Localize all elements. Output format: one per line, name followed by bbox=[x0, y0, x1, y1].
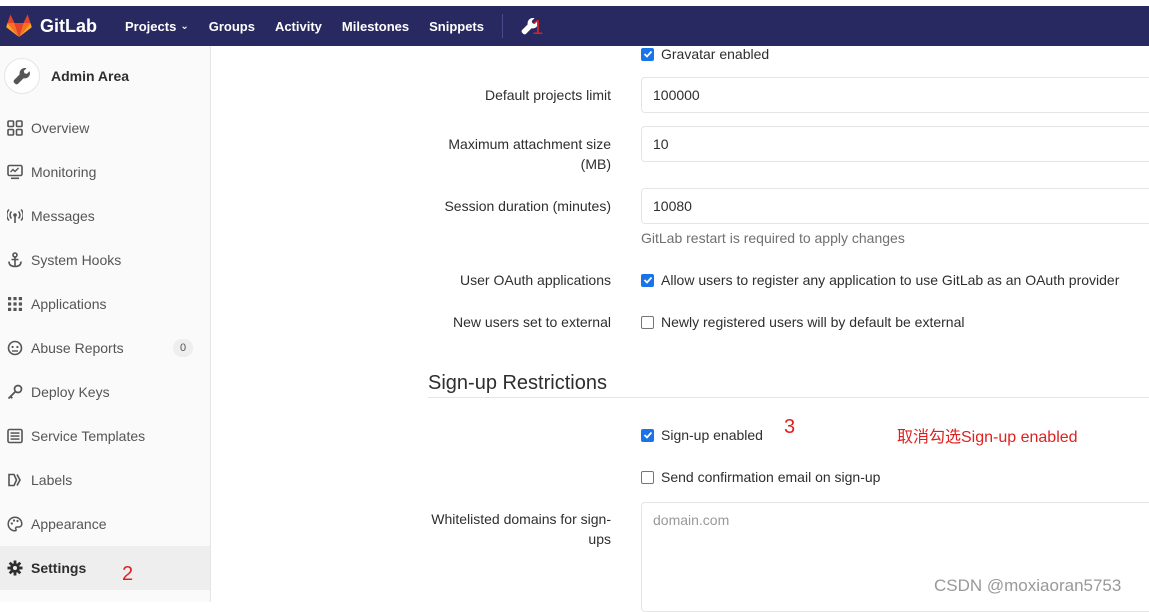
annotation-step-2: 2 bbox=[122, 563, 134, 585]
nav-activity-label: Activity bbox=[274, 18, 322, 34]
sidebar-item-label: Abuse Reports bbox=[31, 340, 124, 356]
external-checkbox-label: Newly registered users will by default b… bbox=[661, 314, 965, 330]
sidebar-item-label: Service Templates bbox=[31, 428, 146, 444]
whitelist-label-line1: Whitelisted domains for sign- bbox=[431, 511, 611, 527]
sidebar-item-label: Messages bbox=[31, 208, 95, 224]
nav-divider bbox=[502, 14, 503, 38]
gravatar-label: Gravatar enabled bbox=[661, 46, 770, 62]
sidebar-item-abuse-reports[interactable]: Abuse Reports 0 bbox=[0, 332, 210, 364]
annotation-note: 取消勾选Sign-up enabled bbox=[897, 429, 1078, 446]
whitelist-label-line2: ups bbox=[588, 531, 611, 547]
oauth-checkbox-row[interactable]: Allow users to register any application … bbox=[641, 272, 1119, 288]
brand-name: GitLab bbox=[40, 15, 97, 36]
palette-icon bbox=[6, 515, 24, 533]
projects-limit-input[interactable] bbox=[641, 77, 1149, 113]
chevron-down-icon: ⌄ bbox=[180, 20, 189, 32]
sidebar-item-deploy-keys[interactable]: Deploy Keys bbox=[0, 376, 210, 408]
gitlab-logo[interactable]: GitLab bbox=[6, 14, 97, 38]
nav-groups-label: Groups bbox=[208, 18, 255, 34]
nav-projects-label: Projects bbox=[125, 18, 177, 34]
sidebar-item-monitoring[interactable]: Monitoring bbox=[0, 156, 210, 188]
sidebar-item-settings[interactable]: Settings bbox=[0, 546, 210, 590]
oauth-label: User OAuth applications bbox=[460, 272, 611, 288]
sidebar-item-appearance[interactable]: Appearance bbox=[0, 508, 210, 540]
abuse-face-icon bbox=[6, 339, 24, 357]
gravatar-checkbox[interactable] bbox=[641, 47, 654, 61]
sidebar-item-labels[interactable]: Labels bbox=[0, 464, 210, 496]
external-users-label: New users set to external bbox=[453, 314, 611, 330]
attachment-size-label-line2: (MB) bbox=[580, 156, 611, 172]
annotation-step-3: 3 bbox=[784, 416, 796, 438]
sidebar-item-label: Applications bbox=[31, 296, 107, 312]
external-checkbox-row[interactable]: Newly registered users will by default b… bbox=[641, 314, 964, 330]
sidebar-item-label: Overview bbox=[31, 120, 90, 136]
sidebar-item-system-hooks[interactable]: System Hooks bbox=[0, 244, 210, 276]
signup-enabled-row[interactable]: Sign-up enabled bbox=[641, 427, 763, 443]
watermark: CSDN @moxiaoran5753 bbox=[934, 576, 1122, 595]
sidebar-item-messages[interactable]: Messages bbox=[0, 200, 210, 232]
external-checkbox[interactable] bbox=[641, 315, 654, 329]
template-icon bbox=[6, 427, 24, 445]
broadcast-icon bbox=[6, 207, 24, 225]
sidebar-item-overview[interactable]: Overview bbox=[0, 112, 210, 144]
nav-snippets-label: Snippets bbox=[429, 18, 484, 34]
nav-groups[interactable]: Groups bbox=[209, 19, 255, 34]
nav-milestones[interactable]: Milestones bbox=[342, 19, 409, 34]
sidebar-title: Admin Area bbox=[51, 68, 130, 84]
settings-main: Gravatar enabled Default projects limit … bbox=[211, 46, 1149, 612]
attachment-size-label-line1: Maximum attachment size bbox=[448, 136, 611, 152]
whitelist-label: Whitelisted domains for sign- ups bbox=[211, 509, 611, 549]
sidebar-item-label: Monitoring bbox=[31, 164, 97, 180]
gear-icon bbox=[6, 559, 24, 577]
anchor-icon bbox=[6, 251, 24, 269]
nav-activity[interactable]: Activity bbox=[275, 19, 322, 34]
sidebar-item-label: Appearance bbox=[31, 516, 107, 532]
top-navbar: GitLab Projects ⌄ Groups Activity Milesto… bbox=[0, 6, 1149, 46]
admin-avatar bbox=[4, 58, 40, 94]
wrench-icon bbox=[13, 67, 30, 85]
confirmation-email-label: Send confirmation email on sign-up bbox=[661, 469, 881, 485]
annotation-step-1: 1 bbox=[532, 17, 544, 39]
attachment-size-input[interactable] bbox=[641, 126, 1149, 162]
attachment-size-label: Maximum attachment size (MB) bbox=[211, 134, 611, 174]
confirmation-email-checkbox[interactable] bbox=[641, 470, 654, 484]
confirmation-email-row[interactable]: Send confirmation email on sign-up bbox=[641, 469, 880, 485]
signup-section-title: Sign-up Restrictions bbox=[428, 372, 607, 394]
projects-limit-label: Default projects limit bbox=[484, 87, 611, 103]
abuse-reports-count-badge: 0 bbox=[173, 339, 193, 357]
session-duration-input[interactable] bbox=[641, 188, 1149, 224]
section-divider bbox=[428, 397, 1149, 398]
sidebar-item-applications[interactable]: Applications bbox=[0, 288, 210, 320]
nav-projects[interactable]: Projects ⌄ bbox=[125, 19, 189, 34]
sidebar-header[interactable]: Admin Area bbox=[0, 46, 210, 106]
sidebar-item-service-templates[interactable]: Service Templates bbox=[0, 420, 210, 452]
session-duration-label: Session duration (minutes) bbox=[444, 198, 611, 214]
main-nav: Projects ⌄ Groups Activity Milestones Sni… bbox=[125, 6, 539, 46]
admin-sidebar: Admin Area Overview Monitoring Messages … bbox=[0, 46, 211, 602]
key-icon bbox=[6, 383, 24, 401]
label-icon bbox=[6, 471, 24, 489]
nav-milestones-label: Milestones bbox=[341, 18, 410, 34]
gravatar-checkbox-row[interactable]: Gravatar enabled bbox=[641, 46, 769, 62]
sidebar-item-label: Labels bbox=[31, 472, 73, 488]
gitlab-fox-icon bbox=[6, 14, 32, 37]
overview-grid-icon bbox=[6, 119, 24, 137]
oauth-checkbox[interactable] bbox=[641, 273, 654, 287]
oauth-checkbox-label: Allow users to register any application … bbox=[661, 272, 1120, 288]
apps-grid-icon bbox=[6, 295, 24, 313]
session-help-text: GitLab restart is required to apply chan… bbox=[641, 230, 905, 246]
sidebar-item-label: Deploy Keys bbox=[31, 384, 110, 400]
monitor-icon bbox=[6, 163, 24, 181]
sidebar-item-label: Settings bbox=[31, 560, 87, 576]
signup-enabled-checkbox[interactable] bbox=[641, 428, 654, 442]
signup-enabled-label: Sign-up enabled bbox=[661, 427, 763, 443]
sidebar-item-label: System Hooks bbox=[31, 252, 122, 268]
nav-snippets[interactable]: Snippets bbox=[429, 19, 484, 34]
